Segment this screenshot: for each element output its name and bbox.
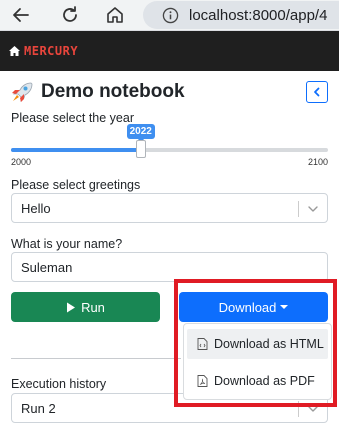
play-icon (67, 302, 76, 312)
app-header: MERCURY (0, 31, 339, 71)
greetings-select[interactable]: Hello (11, 193, 328, 223)
run-button[interactable]: Run (11, 292, 160, 322)
download-button-label: Download (218, 299, 277, 315)
section-divider (11, 358, 181, 359)
chevron-left-icon (314, 87, 320, 97)
year-slider-min: 2000 (11, 157, 32, 167)
home-icon[interactable] (103, 4, 127, 26)
greetings-label: Please select greetings (11, 178, 141, 192)
year-slider-max: 2100 (308, 157, 329, 167)
file-code-icon (197, 338, 208, 350)
select-separator (298, 201, 299, 217)
year-slider-handle[interactable] (135, 140, 146, 158)
back-icon[interactable] (9, 4, 33, 26)
file-pdf-icon (197, 375, 208, 387)
brand-name: MERCURY (24, 44, 79, 58)
run-button-label: Run (81, 299, 105, 315)
download-pdf-item[interactable]: Download as PDF (187, 366, 328, 396)
year-slider-value: 2022 (126, 124, 155, 143)
download-pdf-label: Download as PDF (214, 374, 315, 388)
home-icon (9, 46, 20, 56)
year-label: Please select the year (11, 111, 134, 125)
chevron-down-icon (308, 206, 318, 212)
browser-toolbar: localhost:8000/app/4 (0, 0, 339, 31)
history-label: Execution history (11, 377, 107, 391)
brand-logo[interactable]: MERCURY (9, 44, 78, 58)
download-menu: Download as HTML Download as PDF (183, 323, 332, 400)
notebook-title: Demo notebook (11, 80, 185, 104)
collapse-sidebar-button[interactable] (306, 81, 328, 103)
greetings-selected-value: Hello (21, 200, 51, 216)
info-icon[interactable] (161, 6, 179, 24)
page-title: Demo notebook (41, 81, 185, 102)
url-text: localhost:8000/app/4 (189, 6, 328, 24)
caret-down-icon (280, 305, 289, 309)
address-bar[interactable]: localhost:8000/app/4 (143, 1, 339, 29)
rocket-icon (12, 82, 33, 102)
history-selected-value: Run 2 (21, 400, 56, 416)
download-button[interactable]: Download (179, 292, 328, 322)
select-separator (298, 401, 299, 417)
name-label: What is your name? (11, 237, 123, 251)
year-slider-track[interactable] (11, 148, 328, 152)
name-input-value: Suleman (21, 259, 73, 275)
download-html-label: Download as HTML (214, 337, 324, 351)
year-slider-fill (11, 148, 141, 152)
name-input[interactable]: Suleman (11, 252, 328, 282)
download-html-item[interactable]: Download as HTML (187, 329, 328, 359)
chevron-down-icon (308, 406, 318, 412)
reload-icon[interactable] (58, 4, 82, 26)
